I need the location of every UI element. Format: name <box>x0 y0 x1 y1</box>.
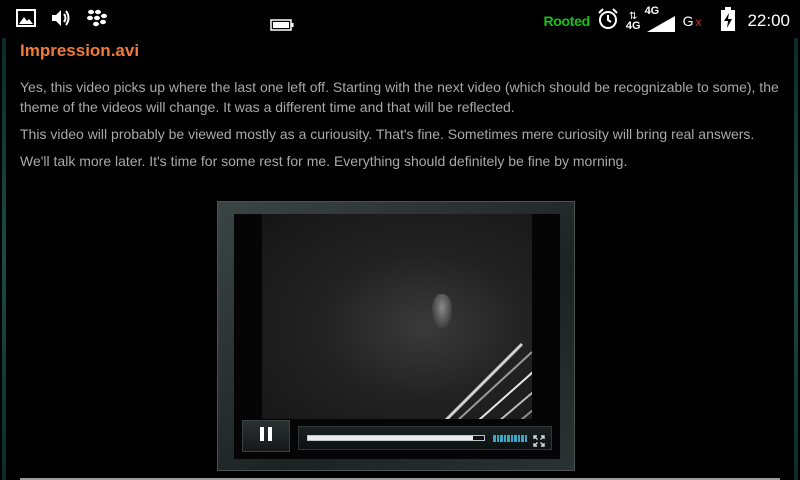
status-bar: Rooted ⇅ 4G 4G Gx 22:00 <box>0 0 800 38</box>
volume-bar <box>500 435 503 442</box>
volume-bar <box>496 435 499 442</box>
rooted-label: Rooted <box>543 13 590 29</box>
signal-icon <box>646 16 677 36</box>
blackberry-messenger-icon <box>86 8 108 32</box>
battery-charging-icon <box>721 7 736 35</box>
pause-button[interactable] <box>242 420 290 452</box>
network-indicator: ⇅ 4G <box>625 10 641 32</box>
pause-icon <box>259 426 273 446</box>
gallery-icon <box>16 9 36 31</box>
volume-bar <box>493 435 496 442</box>
g-label: G <box>682 13 694 29</box>
progress-fill <box>308 436 474 440</box>
right-border <box>794 38 798 480</box>
network-type-top: 4G <box>644 5 660 17</box>
post-paragraph-1: Yes, this video picks up where the last … <box>20 79 779 115</box>
roaming-indicator: Gx <box>683 13 702 29</box>
battery-saver-icon <box>270 16 294 35</box>
video-railing <box>444 342 532 419</box>
post-paragraph-3: We'll talk more later. It's time for som… <box>20 153 628 169</box>
volume-bar <box>510 435 513 442</box>
network-type-bottom: 4G <box>625 19 641 32</box>
x-label: x <box>695 15 702 29</box>
volume-bar <box>514 435 517 442</box>
control-bar <box>298 426 552 450</box>
video-figure-face <box>432 294 452 328</box>
video-frame[interactable] <box>262 214 532 419</box>
left-border <box>2 38 6 480</box>
volume-bar <box>521 435 524 442</box>
volume-bar <box>503 435 506 442</box>
volume-meter[interactable] <box>493 435 527 442</box>
post-paragraph-2: This video will probably be viewed mostl… <box>20 126 755 142</box>
volume-bar <box>507 435 510 442</box>
volume-bar <box>517 435 520 442</box>
alarm-clock-icon <box>596 7 620 35</box>
browser-page: Impression.avi Yes, this video picks up … <box>0 38 800 480</box>
post-title[interactable]: Impression.avi <box>20 41 780 67</box>
status-time: 22:00 <box>747 11 790 30</box>
progress-bar[interactable] <box>307 435 485 441</box>
signal-group: 4G <box>644 5 677 36</box>
volume-icon <box>50 8 72 32</box>
player-controls <box>242 420 552 454</box>
fullscreen-icon[interactable] <box>533 432 545 447</box>
post-content: Impression.avi Yes, this video picks up … <box>20 38 780 178</box>
video-screen[interactable] <box>234 214 560 459</box>
volume-bar <box>524 435 527 442</box>
video-player[interactable] <box>217 201 575 471</box>
